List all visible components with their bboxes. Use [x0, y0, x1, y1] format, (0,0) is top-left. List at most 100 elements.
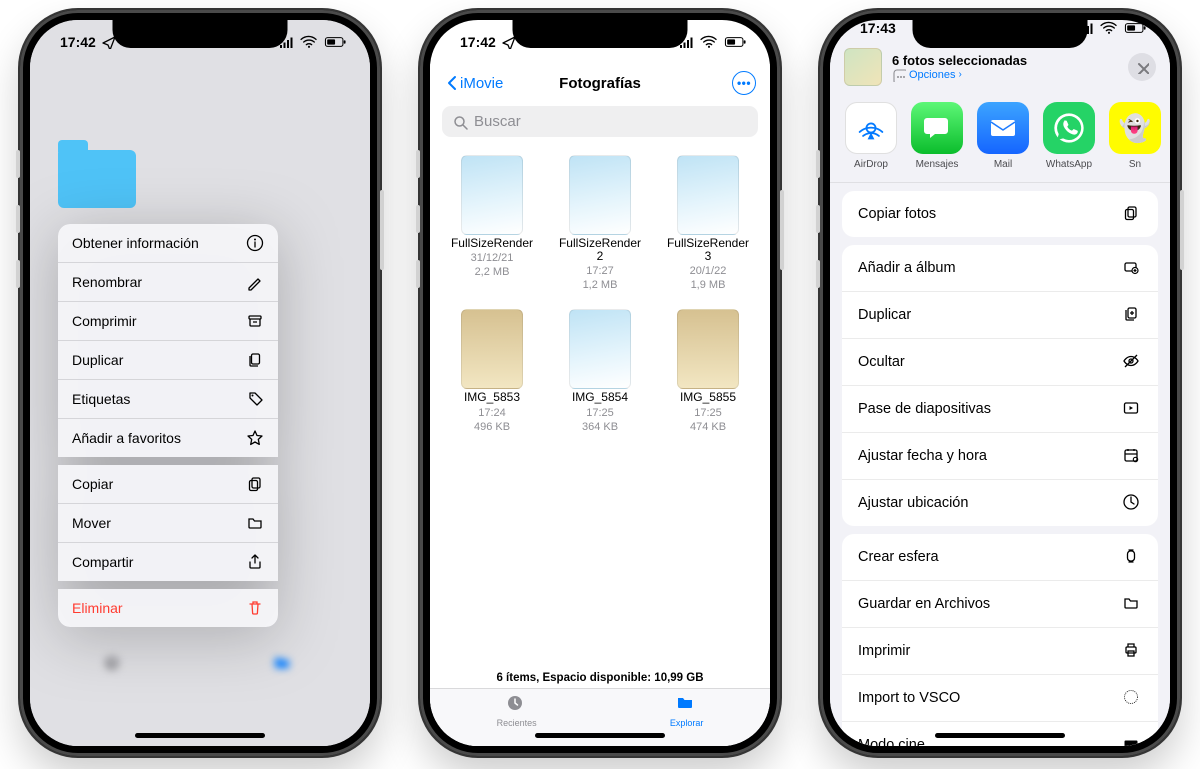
action-label: Ajustar fecha y hora: [858, 448, 987, 464]
folder-icon: [246, 514, 264, 532]
wifi-icon: [1100, 21, 1118, 35]
share-app-label: Mensajes: [916, 159, 959, 170]
share-app-label: Mail: [994, 159, 1012, 170]
play-rect-icon: [1122, 399, 1142, 419]
status-time: 17:42: [60, 34, 96, 50]
blurred-tabbar: [30, 636, 370, 696]
cine-icon: [1122, 735, 1142, 746]
tag-icon: [246, 390, 264, 408]
home-indicator[interactable]: [535, 733, 665, 738]
action-copiar-fotos[interactable]: Copiar fotos: [842, 191, 1158, 237]
action-guardar-en-archivos[interactable]: Guardar en Archivos: [842, 581, 1158, 628]
share-app-label: AirDrop: [854, 159, 888, 170]
storage-footer: 6 ítems, Espacio disponible: 10,99 GB: [430, 664, 770, 688]
context-item-mover[interactable]: Mover: [58, 504, 278, 543]
share-action-list: Copiar fotos Añadir a álbum Duplicar Oculta…: [830, 183, 1170, 746]
context-item-compartir[interactable]: Compartir: [58, 543, 278, 581]
context-item-label: Copiar: [72, 476, 113, 492]
phone-left: 17:42 Obtener información RenombrarCompri…: [20, 10, 380, 756]
home-indicator[interactable]: [135, 733, 265, 738]
more-button[interactable]: •••: [732, 71, 756, 95]
action-label: Duplicar: [858, 307, 911, 323]
share-app-sn[interactable]: 👻Sn: [1108, 102, 1162, 170]
close-button[interactable]: [1128, 53, 1156, 81]
folder-icon: [58, 150, 136, 208]
info-circle-icon: [246, 234, 264, 252]
calendar-icon: [1122, 446, 1142, 466]
wifi-icon: [300, 35, 318, 49]
notch: [513, 20, 688, 48]
action-label: Import to VSCO: [858, 690, 960, 706]
file-thumbnail: [461, 155, 523, 235]
action-ocultar[interactable]: Ocultar: [842, 339, 1158, 386]
file-size: 2,2 MB: [475, 266, 510, 278]
airdrop-icon: [845, 102, 897, 154]
file-size: 1,2 MB: [583, 279, 618, 291]
context-item-duplicar[interactable]: Duplicar: [58, 341, 278, 380]
file-item[interactable]: FullSizeRender 2 17:27 1,2 MB: [548, 155, 652, 291]
battery-icon: [323, 35, 348, 49]
file-size: 496 KB: [474, 421, 510, 433]
context-item-eliminar[interactable]: Eliminar: [58, 589, 278, 627]
file-name: IMG_5854: [572, 391, 628, 404]
action-imprimir[interactable]: Imprimir: [842, 628, 1158, 675]
context-item-label: Compartir: [72, 554, 133, 570]
whatsapp-icon: [1043, 102, 1095, 154]
action-ajustar-fecha-y-hora[interactable]: Ajustar fecha y hora: [842, 433, 1158, 480]
share-options-button[interactable]: Opciones ›: [892, 68, 1027, 82]
action-label: Añadir a álbum: [858, 260, 956, 276]
file-item[interactable]: IMG_5853 17:24 496 KB: [440, 309, 544, 432]
action-import-to-vsco[interactable]: Import to VSCO: [842, 675, 1158, 722]
page-title: Fotografías: [559, 75, 641, 92]
context-item-comprimir[interactable]: Comprimir: [58, 302, 278, 341]
context-item-renombrar[interactable]: Renombrar: [58, 263, 278, 302]
action-añadir-a-álbum[interactable]: Añadir a álbum: [842, 245, 1158, 292]
home-indicator[interactable]: [935, 733, 1065, 738]
context-item-etiquetas[interactable]: Etiquetas: [58, 380, 278, 419]
phone-middle: 17:42 iMovie Fotografías ••• Buscar Fu: [420, 10, 780, 756]
action-pase-de-diapositivas[interactable]: Pase de diapositivas: [842, 386, 1158, 433]
action-ajustar-ubicación[interactable]: Ajustar ubicación: [842, 480, 1158, 526]
share-app-mail[interactable]: Mail: [976, 102, 1030, 170]
tab-browse[interactable]: Explorar: [670, 694, 704, 728]
action-crear-esfera[interactable]: Crear esfera: [842, 534, 1158, 581]
action-label: Guardar en Archivos: [858, 596, 990, 612]
wifi-icon: [700, 35, 718, 49]
status-time: 17:42: [460, 34, 496, 50]
file-thumbnail: [569, 309, 631, 389]
file-item[interactable]: FullSizeRender 31/12/21 2,2 MB: [440, 155, 544, 291]
duplicate-icon: [246, 351, 264, 369]
file-item[interactable]: IMG_5855 17:25 474 KB: [656, 309, 760, 432]
file-name: IMG_5853: [464, 391, 520, 404]
status-time: 17:43: [860, 20, 896, 36]
copy-doc-icon: [246, 475, 264, 493]
action-duplicar[interactable]: Duplicar: [842, 292, 1158, 339]
context-item-obtener-información[interactable]: Obtener información: [58, 224, 278, 263]
pencil-icon: [246, 273, 264, 291]
search-input[interactable]: Buscar: [442, 106, 758, 137]
action-label: Ocultar: [858, 354, 905, 370]
context-item-añadir-a-favoritos[interactable]: Añadir a favoritos: [58, 419, 278, 457]
share-app-whatsapp[interactable]: WhatsApp: [1042, 102, 1096, 170]
share-apps-row[interactable]: AirDrop Mensajes Mail WhatsApp👻Sn: [830, 96, 1170, 183]
selected-folder[interactable]: [58, 140, 148, 212]
back-button[interactable]: iMovie: [444, 74, 503, 92]
folder-icon: [1122, 594, 1142, 614]
file-thumbnail: [677, 309, 739, 389]
file-item[interactable]: FullSizeRender 3 20/1/22 1,9 MB: [656, 155, 760, 291]
tab-recents[interactable]: Recientes: [497, 694, 537, 728]
share-app-airdrop[interactable]: AirDrop: [844, 102, 898, 170]
file-item[interactable]: IMG_5854 17:25 364 KB: [548, 309, 652, 432]
context-item-label: Obtener información: [72, 235, 199, 251]
action-label: Ajustar ubicación: [858, 495, 968, 511]
file-date: 20/1/22: [690, 265, 727, 277]
watch-icon: [1122, 547, 1142, 567]
copy-doc-icon: [1122, 204, 1142, 224]
file-thumbnail: [677, 155, 739, 235]
file-date: 17:24: [478, 407, 506, 419]
share-app-mensajes[interactable]: Mensajes: [910, 102, 964, 170]
context-item-copiar[interactable]: Copiar: [58, 465, 278, 504]
share-app-label: Sn: [1129, 159, 1141, 170]
back-label: iMovie: [460, 75, 503, 92]
duplicate-plus-icon: [1122, 305, 1142, 325]
